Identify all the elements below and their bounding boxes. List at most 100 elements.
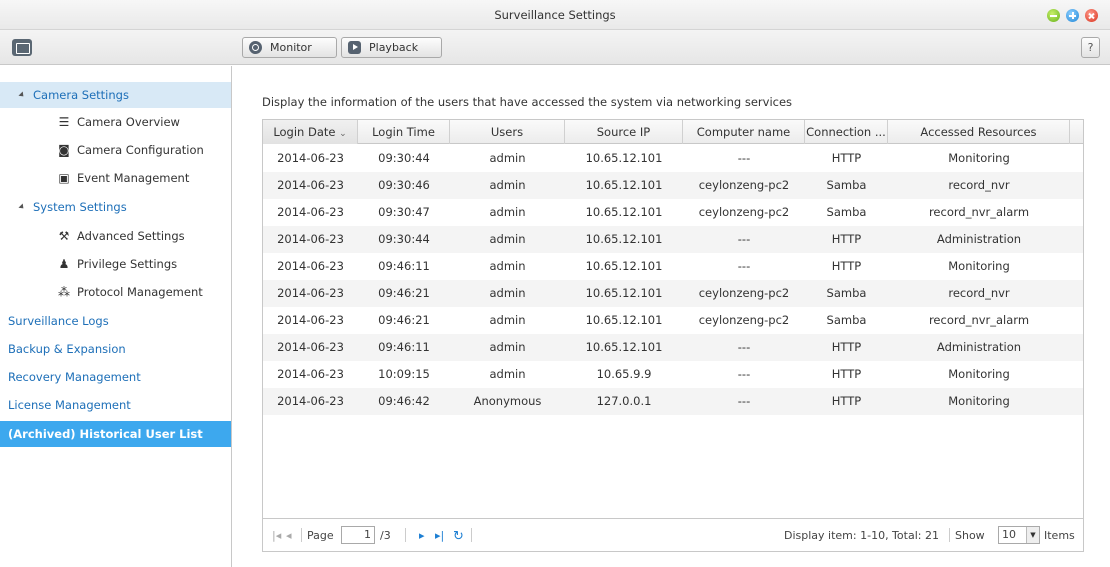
sidebar-item-label: Backup & Expansion xyxy=(8,342,126,356)
sidebar-toggle-icon[interactable] xyxy=(12,39,32,56)
cell-login-time: 09:46:21 xyxy=(378,313,430,327)
sidebar-item-recovery-management[interactable]: Recovery Management xyxy=(0,364,231,390)
event-icon: ▣ xyxy=(58,171,70,185)
sidebar-item-label: Camera Configuration xyxy=(77,143,204,157)
cell-login-time: 09:46:21 xyxy=(378,286,430,300)
page-number-input[interactable]: 1 xyxy=(341,526,375,544)
table-row[interactable]: 2014-06-23 09:46:21 admin 10.65.12.101 c… xyxy=(263,307,1083,334)
cell-connection: HTTP xyxy=(831,151,862,165)
cell-login-time: 09:46:11 xyxy=(378,259,430,273)
cell-computer-name: --- xyxy=(737,151,751,165)
cell-user: admin xyxy=(489,178,526,192)
chevron-down-icon: ▼ xyxy=(1026,527,1039,543)
monitor-label: Monitor xyxy=(270,41,312,54)
monitor-icon xyxy=(249,41,262,54)
cell-login-time: 10:09:15 xyxy=(378,367,430,381)
sidebar-item-camera-configuration[interactable]: ◙ Camera Configuration xyxy=(0,137,231,163)
cell-computer-name: --- xyxy=(737,232,751,246)
table-row[interactable]: 2014-06-23 09:30:46 admin 10.65.12.101 c… xyxy=(263,172,1083,199)
cell-login-time: 09:30:44 xyxy=(378,232,430,246)
table-row[interactable]: 2014-06-23 09:46:21 admin 10.65.12.101 c… xyxy=(263,280,1083,307)
cell-login-time: 09:30:47 xyxy=(378,205,430,219)
playback-button[interactable]: Playback xyxy=(341,37,442,58)
user-list-table: Login Date ⌄ Login Time Users Source IP … xyxy=(262,119,1084,552)
sidebar-item-advanced-settings[interactable]: ⚒ Advanced Settings xyxy=(0,223,231,249)
divider xyxy=(471,528,472,542)
table-row[interactable]: 2014-06-23 09:46:11 admin 10.65.12.101 -… xyxy=(263,334,1083,361)
cell-connection: Samba xyxy=(826,286,867,300)
cell-computer-name: ceylonzeng-pc2 xyxy=(698,178,790,192)
minimize-icon[interactable] xyxy=(1047,9,1060,22)
cell-computer-name: --- xyxy=(737,340,751,354)
sidebar-item-camera-overview[interactable]: ☰ Camera Overview xyxy=(0,109,231,135)
cell-user: admin xyxy=(489,340,526,354)
column-header-computer-name[interactable]: Computer name xyxy=(683,120,805,144)
cell-accessed-resource: Monitoring xyxy=(948,367,1010,381)
sidebar-item-backup-expansion[interactable]: Backup & Expansion xyxy=(0,336,231,362)
sort-desc-icon: ⌄ xyxy=(339,129,347,139)
sidebar-item-label: License Management xyxy=(8,398,131,412)
cell-accessed-resource: record_nvr_alarm xyxy=(928,205,1030,219)
prev-page-icon[interactable]: ◂ xyxy=(286,529,292,542)
cell-source-ip: 10.65.12.101 xyxy=(585,205,663,219)
sidebar-item-license-management[interactable]: License Management xyxy=(0,392,231,418)
column-header-users[interactable]: Users xyxy=(450,120,565,144)
cell-accessed-resource: record_nvr xyxy=(948,178,1010,192)
cell-source-ip: 10.65.12.101 xyxy=(585,286,663,300)
table-row[interactable]: 2014-06-23 09:30:44 admin 10.65.12.101 -… xyxy=(263,226,1083,253)
sidebar-group-system-settings[interactable]: System Settings xyxy=(0,194,231,220)
items-per-page-select[interactable]: 10 ▼ xyxy=(998,526,1040,544)
cell-source-ip: 127.0.0.1 xyxy=(596,394,652,408)
play-icon xyxy=(348,41,361,54)
help-button[interactable]: ? xyxy=(1081,37,1100,58)
last-page-icon[interactable]: ▸| xyxy=(435,529,444,542)
sidebar-group-camera-settings[interactable]: Camera Settings xyxy=(0,82,231,108)
close-icon[interactable] xyxy=(1085,9,1098,22)
cell-computer-name: --- xyxy=(737,259,751,273)
page-total: /3 xyxy=(380,529,391,542)
cell-login-time: 09:30:44 xyxy=(378,151,430,165)
cell-source-ip: 10.65.12.101 xyxy=(585,313,663,327)
collapse-triangle-icon xyxy=(18,91,26,99)
cell-source-ip: 10.65.9.9 xyxy=(596,367,652,381)
pagination-bar: |◂ ◂ Page 1 /3 ▸ ▸| ↻ Display item: 1-10… xyxy=(263,518,1083,551)
cell-connection: HTTP xyxy=(831,340,862,354)
cell-accessed-resource: Monitoring xyxy=(948,151,1010,165)
cell-source-ip: 10.65.12.101 xyxy=(585,259,663,273)
cell-login-date: 2014-06-23 xyxy=(277,394,344,408)
table-row[interactable]: 2014-06-23 09:46:11 admin 10.65.12.101 -… xyxy=(263,253,1083,280)
cell-source-ip: 10.65.12.101 xyxy=(585,340,663,354)
page-description: Display the information of the users tha… xyxy=(262,95,793,109)
column-header-login-date[interactable]: Login Date ⌄ xyxy=(263,120,358,144)
cell-source-ip: 10.65.12.101 xyxy=(585,151,663,165)
cell-user: admin xyxy=(489,259,526,273)
main-panel: Display the information of the users tha… xyxy=(233,66,1110,567)
table-row[interactable]: 2014-06-23 09:46:42 Anonymous 127.0.0.1 … xyxy=(263,388,1083,415)
cell-user: admin xyxy=(489,286,526,300)
camera-icon: ◙ xyxy=(58,143,70,157)
table-header: Login Date ⌄ Login Time Users Source IP … xyxy=(263,120,1083,144)
column-header-accessed-resources[interactable]: Accessed Resources xyxy=(888,120,1070,144)
wrench-icon: ⚒ xyxy=(58,229,70,243)
table-row[interactable]: 2014-06-23 10:09:15 admin 10.65.9.9 --- … xyxy=(263,361,1083,388)
cell-user: admin xyxy=(489,313,526,327)
monitor-button[interactable]: Monitor xyxy=(242,37,337,58)
sidebar-item-historical-user-list[interactable]: (Archived) Historical User List xyxy=(0,421,231,447)
display-item-summary: Display item: 1-10, Total: 21 xyxy=(784,529,939,542)
cell-computer-name: ceylonzeng-pc2 xyxy=(698,286,790,300)
cell-user: admin xyxy=(489,151,526,165)
table-row[interactable]: 2014-06-23 09:30:47 admin 10.65.12.101 c… xyxy=(263,199,1083,226)
sidebar-item-event-management[interactable]: ▣ Event Management xyxy=(0,165,231,191)
sidebar-item-protocol-management[interactable]: ⁂ Protocol Management xyxy=(0,279,231,305)
column-header-source-ip[interactable]: Source IP xyxy=(565,120,683,144)
maximize-icon[interactable] xyxy=(1066,9,1079,22)
sidebar-item-surveillance-logs[interactable]: Surveillance Logs xyxy=(0,308,231,334)
column-header-connection[interactable]: Connection ... xyxy=(805,120,888,144)
cell-accessed-resource: record_nvr_alarm xyxy=(928,313,1030,327)
refresh-icon[interactable]: ↻ xyxy=(453,529,464,544)
column-header-login-time[interactable]: Login Time xyxy=(358,120,450,144)
first-page-icon[interactable]: |◂ xyxy=(272,529,281,542)
next-page-icon[interactable]: ▸ xyxy=(419,529,425,542)
table-row[interactable]: 2014-06-23 09:30:44 admin 10.65.12.101 -… xyxy=(263,145,1083,172)
sidebar-item-privilege-settings[interactable]: ♟ Privilege Settings xyxy=(0,251,231,277)
